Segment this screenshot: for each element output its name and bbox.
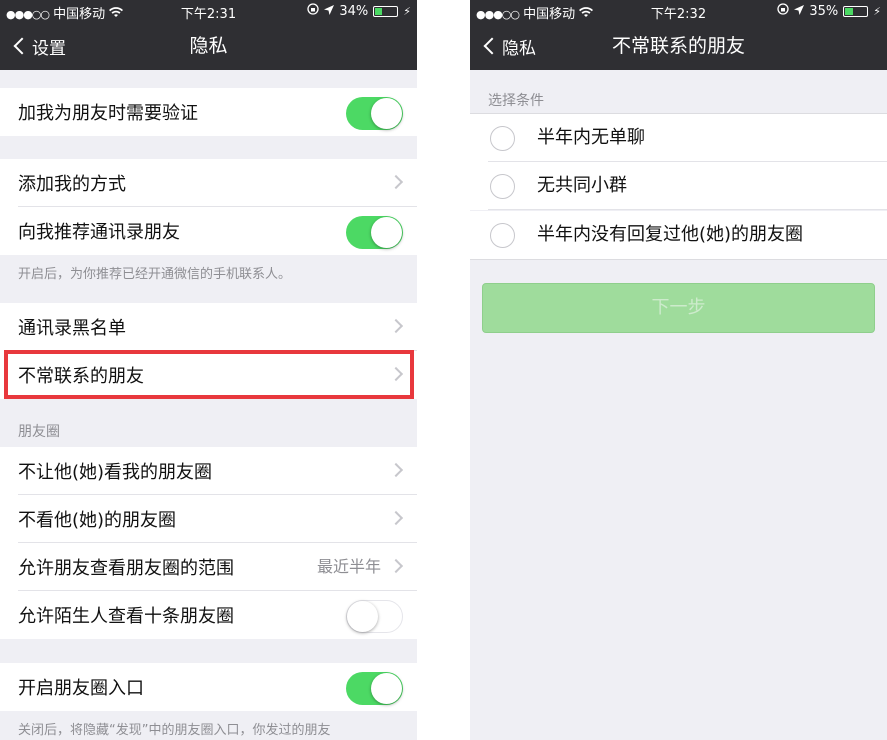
infrequent-friends-screen: ●●●○○ 中国移动 下午2:32 35% ⚡ 隐私 不常联系的朋友 选择条件	[470, 0, 887, 740]
blacklist-label: 通讯录黑名单	[18, 318, 126, 339]
page-title: 隐私	[189, 35, 228, 57]
view-range-label: 允许朋友查看朋友圈的范围	[18, 558, 234, 579]
radio-button[interactable]	[490, 174, 515, 199]
option-row[interactable]: 无共同小群	[470, 162, 887, 210]
status-bar: ●●●○○ 中国移动 下午2:32 35% ⚡	[470, 0, 887, 22]
option-label: 半年内无单聊	[537, 127, 645, 148]
radio-button[interactable]	[490, 126, 515, 151]
verify-label: 加我为朋友时需要验证	[18, 103, 198, 124]
hide-theirs-label: 不看他(她)的朋友圈	[18, 510, 177, 531]
view-range-value: 最近半年	[316, 557, 381, 576]
blacklist-row[interactable]: 通讯录黑名单	[0, 303, 417, 351]
chevron-right-icon	[388, 558, 404, 574]
status-bar: ●●●○○ 中国移动 下午2:31 34% ⚡	[0, 0, 417, 22]
privacy-screen: ●●●○○ 中国移动 下午2:31 34% ⚡ 设置 隐私 加我为朋友时需要验证…	[0, 0, 417, 740]
charging-icon: ⚡	[403, 4, 411, 18]
option-label: 无共同小群	[537, 175, 627, 196]
highlight-box	[4, 350, 414, 399]
moments-section-header: 朋友圈	[18, 424, 60, 440]
moments-entry-row[interactable]: 开启朋友圈入口	[0, 663, 417, 711]
radio-button[interactable]	[490, 223, 515, 248]
conditions-section-header: 选择条件	[488, 93, 544, 109]
recommend-note: 开启后，为你推荐已经开通微信的手机联系人。	[18, 267, 292, 282]
divider	[488, 209, 887, 210]
view-range-row[interactable]: 允许朋友查看朋友圈的范围 最近半年	[0, 543, 417, 591]
verify-switch[interactable]	[346, 97, 403, 130]
option-row[interactable]: 半年内没有回复过他(她)的朋友圈	[470, 211, 887, 259]
battery-icon	[843, 5, 869, 17]
strangers-label: 允许陌生人查看十条朋友圈	[18, 606, 234, 627]
add-me-label: 添加我的方式	[18, 174, 126, 195]
page-title: 不常联系的朋友	[611, 35, 745, 57]
option-row[interactable]: 半年内无单聊	[470, 114, 887, 162]
battery-percent: 35%	[809, 3, 839, 19]
chevron-right-icon	[388, 510, 404, 526]
orientation-lock-icon	[777, 3, 790, 19]
switch-knob	[371, 98, 402, 129]
verify-row[interactable]: 加我为朋友时需要验证	[0, 88, 417, 136]
orientation-lock-icon	[307, 3, 320, 19]
block-view-mine-label: 不让他(她)看我的朋友圈	[18, 462, 213, 483]
location-icon	[794, 4, 805, 19]
recommend-row[interactable]: 向我推荐通讯录朋友	[0, 207, 417, 255]
location-icon	[324, 4, 335, 19]
add-me-row[interactable]: 添加我的方式	[0, 159, 417, 207]
battery-icon	[373, 5, 399, 17]
divider	[470, 259, 887, 260]
chevron-right-icon	[388, 174, 404, 190]
switch-knob	[371, 217, 402, 248]
moments-entry-switch[interactable]	[346, 672, 403, 705]
next-step-button[interactable]: 下一步	[482, 283, 875, 333]
block-view-mine-row[interactable]: 不让他(她)看我的朋友圈	[0, 447, 417, 495]
hide-theirs-row[interactable]: 不看他(她)的朋友圈	[0, 495, 417, 543]
navigation-bar: 隐私 不常联系的朋友	[470, 22, 887, 70]
chevron-right-icon	[388, 318, 404, 334]
chevron-right-icon	[388, 462, 404, 478]
switch-knob	[371, 673, 402, 704]
switch-knob	[347, 601, 378, 632]
strangers-row[interactable]: 允许陌生人查看十条朋友圈	[0, 591, 417, 639]
moments-entry-note: 关闭后，将隐藏“发现”中的朋友圈入口，你发过的朋友	[18, 723, 331, 738]
charging-icon: ⚡	[873, 4, 881, 18]
recommend-switch[interactable]	[346, 216, 403, 249]
navigation-bar: 设置 隐私	[0, 22, 417, 70]
moments-entry-label: 开启朋友圈入口	[18, 678, 144, 699]
strangers-switch[interactable]	[346, 600, 403, 633]
option-label: 半年内没有回复过他(她)的朋友圈	[537, 224, 804, 245]
battery-percent: 34%	[339, 3, 369, 19]
recommend-label: 向我推荐通讯录朋友	[18, 222, 180, 243]
